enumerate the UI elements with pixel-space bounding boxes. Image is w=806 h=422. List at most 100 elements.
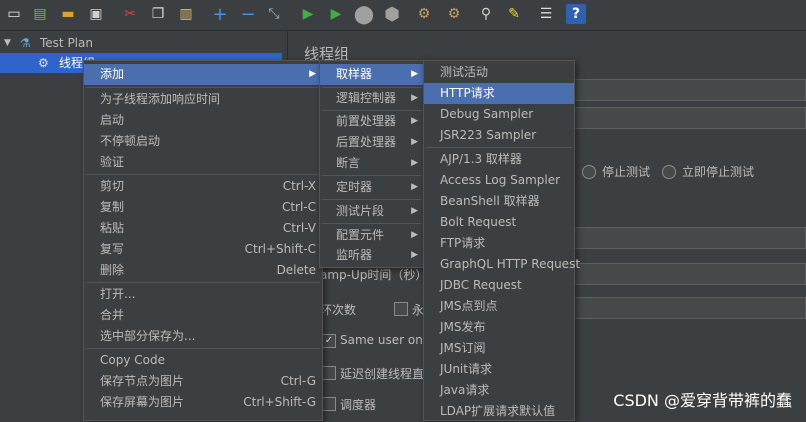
menu-item-ftp-request[interactable]: FTP请求 <box>424 233 574 254</box>
chevron-right-icon: ▶ <box>309 69 316 79</box>
menu-item-ajp-sampler[interactable]: AJP/1.3 取样器 <box>424 149 574 170</box>
menu-item-label: BeanShell 取样器 <box>440 194 540 208</box>
menu-item-save-screen-image[interactable]: 保存屏幕为图片 Ctrl+Shift-G <box>84 392 322 413</box>
menu-item-sampler[interactable]: 取样器 ▶ <box>320 64 424 85</box>
menu-separator <box>86 282 320 283</box>
menu-item-add[interactable]: 添加 ▶ <box>84 64 322 85</box>
delay-checkbox[interactable] <box>322 366 336 380</box>
menu-separator <box>86 87 320 88</box>
menu-item-add-response-time[interactable]: 为子线程添加响应时间 <box>84 89 322 110</box>
menu-item-copy-code[interactable]: Copy Code <box>84 350 322 371</box>
menu-item-label: 后置处理器 <box>336 135 397 149</box>
copy-icon[interactable]: ❐ <box>148 4 168 24</box>
menu-item-open[interactable]: 打开... <box>84 284 322 305</box>
help-icon[interactable]: ? <box>566 4 586 24</box>
menu-item-label: 保存节点为图片 <box>100 374 185 388</box>
menu-item-label: Bolt Request <box>440 215 517 229</box>
clear-icon[interactable]: ⚙ <box>414 4 434 24</box>
menu-item-label: 定时器 <box>336 180 373 194</box>
clear-all-icon[interactable]: ⚙ <box>444 4 464 24</box>
menu-item-assertion[interactable]: 断言 ▶ <box>320 153 424 174</box>
menu-item-label: 配置元件 <box>336 228 385 242</box>
menu-item-config-element[interactable]: 配置元件 ▶ <box>320 225 424 246</box>
templates-icon[interactable]: ▤ <box>30 4 50 24</box>
menu-item-access-log-sampler[interactable]: Access Log Sampler <box>424 170 574 191</box>
menu-item-delete[interactable]: 删除 Delete <box>84 260 322 281</box>
paste-icon[interactable]: ▥ <box>176 4 196 24</box>
menu-item-bolt-request[interactable]: Bolt Request <box>424 212 574 233</box>
menu-item-test-fragment[interactable]: 测试片段 ▶ <box>320 201 424 222</box>
same-user-checkbox[interactable]: ✓ <box>322 334 336 348</box>
menu-item-beanshell-sampler[interactable]: BeanShell 取样器 <box>424 191 574 212</box>
menu-item-start-no-pause[interactable]: 不停顿启动 <box>84 131 322 152</box>
stop-test-now-radio[interactable] <box>662 165 676 179</box>
chevron-right-icon: ▶ <box>411 116 418 126</box>
start-no-pause-icon[interactable]: ▶ <box>326 4 346 24</box>
comment-field[interactable] <box>568 107 806 129</box>
menu-item-label: 测试活动 <box>440 65 489 79</box>
chevron-right-icon: ▶ <box>411 206 418 216</box>
expand-icon[interactable]: + <box>210 4 230 25</box>
watermark: CSDN @爱穿背带裤的蠢 <box>613 391 792 410</box>
collapse-icon[interactable]: − <box>238 4 258 25</box>
chevron-down-icon[interactable]: ▼ <box>4 33 11 53</box>
menu-item-save-selection-as[interactable]: 选中部分保存为... <box>84 326 322 347</box>
function-helper-icon[interactable]: ☰ <box>536 4 556 24</box>
menu-item-test-action[interactable]: 测试活动 <box>424 62 574 83</box>
menu-item-start[interactable]: 启动 <box>84 110 322 131</box>
menu-item-timer[interactable]: 定时器 ▶ <box>320 177 424 198</box>
new-icon[interactable]: ▭ <box>4 4 24 24</box>
menu-item-junit-request[interactable]: JUnit请求 <box>424 359 574 380</box>
scheduler-label: 调度器 <box>340 398 377 412</box>
menu-item-label: JDBC Request <box>440 278 522 292</box>
menu-item-post-processor[interactable]: 后置处理器 ▶ <box>320 132 424 153</box>
rampup-field[interactable] <box>568 263 806 285</box>
menu-item-jms-publisher[interactable]: JMS发布 <box>424 317 574 338</box>
menu-item-save-node-image[interactable]: 保存节点为图片 Ctrl-G <box>84 371 322 392</box>
menu-item-label: 复制 <box>100 200 125 214</box>
menu-item-duplicate[interactable]: 复写 Ctrl+Shift-C <box>84 239 322 260</box>
loop-field[interactable] <box>568 297 806 319</box>
menu-item-label: JUnit请求 <box>440 362 492 376</box>
menu-item-logic-controller[interactable]: 逻辑控制器 ▶ <box>320 88 424 109</box>
menu-separator <box>322 175 422 176</box>
toggle-icon[interactable]: ⤡ <box>264 4 284 24</box>
menu-item-label: 粘贴 <box>100 221 125 235</box>
menu-item-graphql-request[interactable]: GraphQL HTTP Request <box>424 254 580 275</box>
open-icon[interactable]: ▬ <box>58 4 78 24</box>
menu-separator <box>86 174 320 175</box>
search-icon[interactable]: ⚲ <box>476 4 496 24</box>
tree-label: Test Plan <box>40 36 93 50</box>
scheduler-checkbox[interactable] <box>322 397 336 411</box>
start-icon[interactable]: ▶ <box>298 4 318 24</box>
menu-item-label: 前置处理器 <box>336 114 397 128</box>
menu-item-jsr223-sampler[interactable]: JSR223 Sampler <box>424 125 574 146</box>
menu-item-label: 为子线程添加响应时间 <box>100 92 221 106</box>
cut-icon[interactable]: ✂ <box>120 4 140 24</box>
menu-item-jms-subscriber[interactable]: JMS订阅 <box>424 338 574 359</box>
threads-field[interactable] <box>568 227 806 249</box>
menu-item-java-request[interactable]: Java请求 <box>424 380 574 401</box>
menu-item-http-request[interactable]: HTTP请求 <box>424 83 574 104</box>
forever-checkbox[interactable] <box>394 302 408 316</box>
menu-item-jms-point-to-point[interactable]: JMS点到点 <box>424 296 574 317</box>
menu-item-pre-processor[interactable]: 前置处理器 ▶ <box>320 111 424 132</box>
menu-item-validate[interactable]: 验证 <box>84 152 322 173</box>
menu-item-listener[interactable]: 监听器 ▶ <box>320 245 424 266</box>
stop-test-radio[interactable] <box>582 165 596 179</box>
shutdown-icon[interactable]: ⬢ <box>382 4 402 25</box>
rampup-label: amp-Up时间（秒） <box>320 268 428 282</box>
menu-item-label: JSR223 Sampler <box>440 128 537 142</box>
menu-item-debug-sampler[interactable]: Debug Sampler <box>424 104 574 125</box>
menu-item-paste[interactable]: 粘贴 Ctrl-V <box>84 218 322 239</box>
menu-item-label: 保存屏幕为图片 <box>100 395 185 409</box>
menu-item-merge[interactable]: 合并 <box>84 305 322 326</box>
reset-search-icon[interactable]: ✎ <box>504 4 524 24</box>
menu-item-shortcut: Delete <box>276 263 316 277</box>
name-field[interactable] <box>568 79 806 101</box>
menu-item-jdbc-request[interactable]: JDBC Request <box>424 275 574 296</box>
menu-item-copy[interactable]: 复制 Ctrl-C <box>84 197 322 218</box>
save-icon[interactable]: ▣ <box>86 4 106 24</box>
menu-item-cut[interactable]: 剪切 Ctrl-X <box>84 176 322 197</box>
stop-icon[interactable]: ⬤ <box>354 4 374 25</box>
